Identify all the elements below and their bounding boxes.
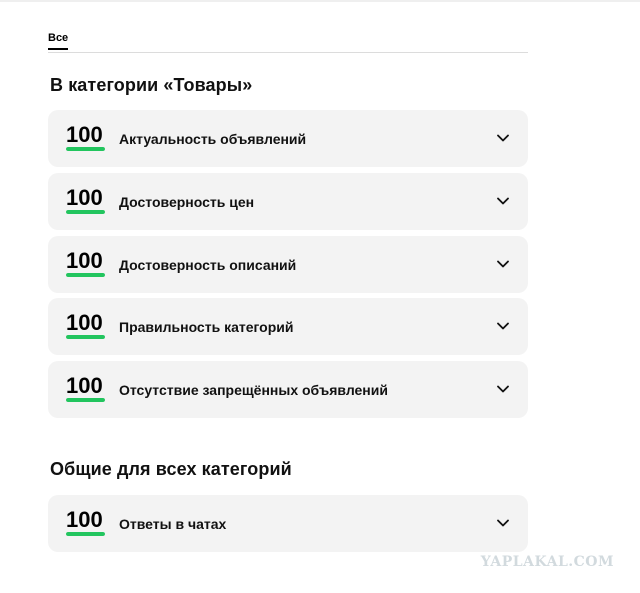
metric-score: 100 — [66, 185, 103, 210]
metric-label: Отсутствие запрещённых объявлений — [119, 382, 388, 398]
metric-card-listing-relevance[interactable]: 100 Актуальность объявлений — [48, 110, 528, 167]
tab-all[interactable]: Все — [48, 30, 69, 50]
metric-progress-fill — [66, 335, 105, 339]
metric-progress-bar — [66, 273, 105, 277]
metric-progress-fill — [66, 147, 105, 151]
metric-progress-bar — [66, 532, 105, 536]
metric-progress-bar — [66, 335, 105, 339]
metric-card-no-prohibited-listings[interactable]: 100 Отсутствие запрещённых объявлений — [48, 361, 528, 418]
metric-progress-fill — [66, 532, 105, 536]
metric-label: Достоверность описаний — [119, 257, 297, 273]
watermark: YAPLAKAL.COM — [480, 554, 614, 570]
metric-score: 100 — [66, 248, 103, 273]
tab-bar: Все — [48, 24, 528, 53]
metric-label: Актуальность объявлений — [119, 131, 307, 147]
section-title-products: В категории «Товары» — [50, 75, 253, 95]
metric-score: 100 — [66, 122, 103, 147]
metric-progress-bar — [66, 398, 105, 402]
chevron-down-icon[interactable] — [496, 194, 510, 208]
metric-score: 100 — [66, 507, 103, 532]
chevron-down-icon[interactable] — [496, 319, 510, 333]
metric-card-category-correctness[interactable]: 100 Правильность категорий — [48, 298, 528, 355]
chevron-down-icon[interactable] — [496, 516, 510, 530]
metric-progress-fill — [66, 210, 105, 214]
metric-progress-fill — [66, 398, 105, 402]
section-title-common: Общие для всех категорий — [50, 459, 292, 479]
metric-score: 100 — [66, 373, 103, 398]
metric-label: Правильность категорий — [119, 319, 294, 335]
top-divider — [0, 0, 640, 2]
metric-score: 100 — [66, 310, 103, 335]
chevron-down-icon[interactable] — [496, 257, 510, 271]
metric-progress-bar — [66, 210, 105, 214]
metric-card-chat-replies[interactable]: 100 Ответы в чатах — [48, 495, 528, 552]
chevron-down-icon[interactable] — [496, 382, 510, 396]
metric-card-price-accuracy[interactable]: 100 Достоверность цен — [48, 173, 528, 230]
metric-label: Достоверность цен — [119, 194, 255, 210]
metric-label: Ответы в чатах — [119, 516, 227, 532]
metric-progress-bar — [66, 147, 105, 151]
metric-card-description-accuracy[interactable]: 100 Достоверность описаний — [48, 236, 528, 293]
chevron-down-icon[interactable] — [496, 131, 510, 145]
metric-progress-fill — [66, 273, 105, 277]
